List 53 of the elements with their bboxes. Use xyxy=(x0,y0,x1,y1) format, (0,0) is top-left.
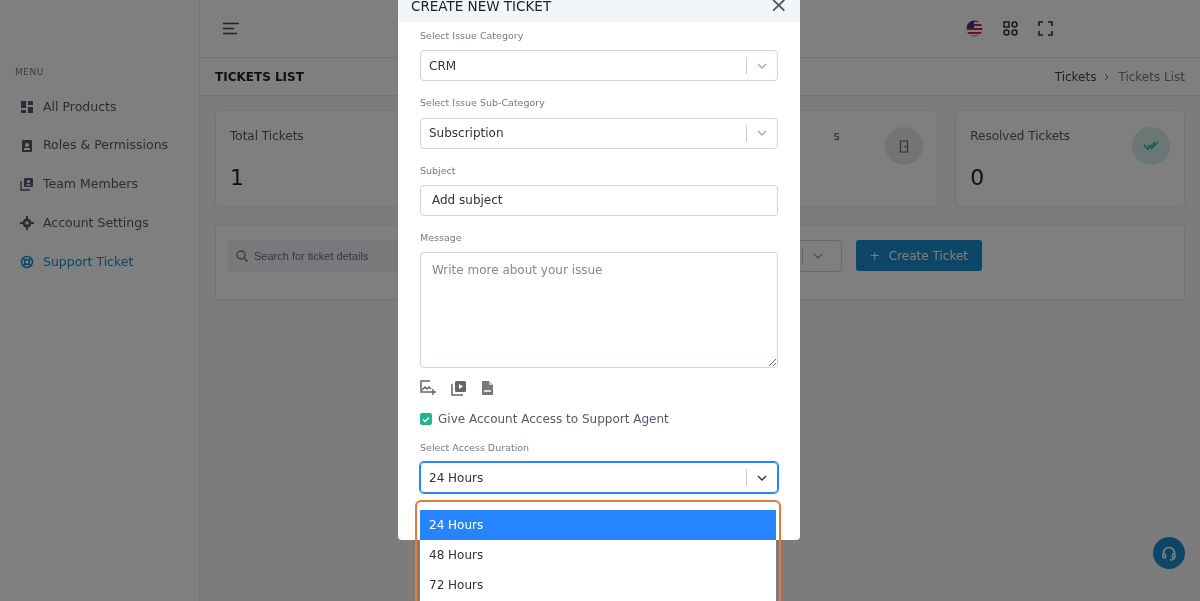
video-icon[interactable] xyxy=(451,380,467,396)
support-chat-button[interactable] xyxy=(1153,537,1185,569)
stat-title: Resolved Tickets xyxy=(970,128,1071,145)
stat-title: s xyxy=(833,128,840,145)
menu-icon[interactable] xyxy=(222,22,240,35)
modal-title: CREATE NEW TICKET xyxy=(411,0,552,16)
breadcrumb-item[interactable]: Tickets xyxy=(1054,67,1097,86)
breadcrumb-item: Tickets List xyxy=(1118,68,1185,86)
checkbox[interactable] xyxy=(420,413,432,425)
chevron-down-icon xyxy=(757,62,767,69)
lifebuoy-icon xyxy=(20,254,34,269)
stat-title: Total Tickets xyxy=(230,128,304,145)
id-badge-icon xyxy=(20,138,34,153)
sidebar-item[interactable]: Account Settings xyxy=(0,203,199,243)
category-select[interactable]: CRM xyxy=(420,50,778,82)
apps-icon[interactable] xyxy=(1003,21,1018,36)
field-label: Select Access Duration xyxy=(420,441,531,455)
field-label: Select Issue Sub-Category xyxy=(420,96,546,111)
double-check-icon xyxy=(1132,127,1170,165)
stat-value: 0 xyxy=(970,164,986,192)
chevron-down-icon xyxy=(757,130,767,136)
chevron-down-icon xyxy=(812,253,823,259)
create-ticket-button[interactable]: + Create Ticket xyxy=(855,240,982,271)
stat-value: 1 xyxy=(230,164,245,192)
field-label: Message xyxy=(420,230,463,245)
field-label: Subject xyxy=(420,163,457,178)
dropdown-option[interactable]: 48 Hours xyxy=(420,540,776,570)
subject-field[interactable]: Add subject xyxy=(420,184,778,216)
flag-icon[interactable] xyxy=(966,20,983,37)
document-icon[interactable] xyxy=(481,380,494,396)
door-icon xyxy=(885,127,924,165)
sidebar-item[interactable]: All Products xyxy=(0,87,199,127)
sidebar-item[interactable]: Roles & Permissions xyxy=(0,126,199,165)
dropdown-option[interactable]: 24 Hours xyxy=(420,510,776,540)
checkbox-label: Give Account Access to Support Agent xyxy=(438,411,669,428)
subcategory-select[interactable]: Subscription xyxy=(420,117,778,149)
message-field[interactable]: Write more about your issue xyxy=(420,252,778,368)
sidebar-item[interactable]: Support Ticket xyxy=(0,242,199,282)
duration-select[interactable]: 24 Hours xyxy=(420,462,778,494)
search-icon xyxy=(236,250,248,262)
grid-icon xyxy=(20,99,34,114)
dropdown-option[interactable]: 72 Hours xyxy=(420,570,776,600)
menu-heading: MENU xyxy=(14,66,45,79)
headset-icon xyxy=(1161,545,1177,561)
field-label: Select Issue Category xyxy=(420,29,525,43)
page-title: TICKETS LIST xyxy=(215,68,304,86)
sidebar-item[interactable]: Team Members xyxy=(0,165,199,204)
chevron-icon xyxy=(1104,72,1111,81)
settings-icon xyxy=(20,216,34,231)
chevron-down-icon xyxy=(757,474,767,481)
contacts-icon xyxy=(20,177,34,192)
fullscreen-icon[interactable] xyxy=(1038,21,1053,36)
add-image-icon[interactable] xyxy=(420,380,437,396)
